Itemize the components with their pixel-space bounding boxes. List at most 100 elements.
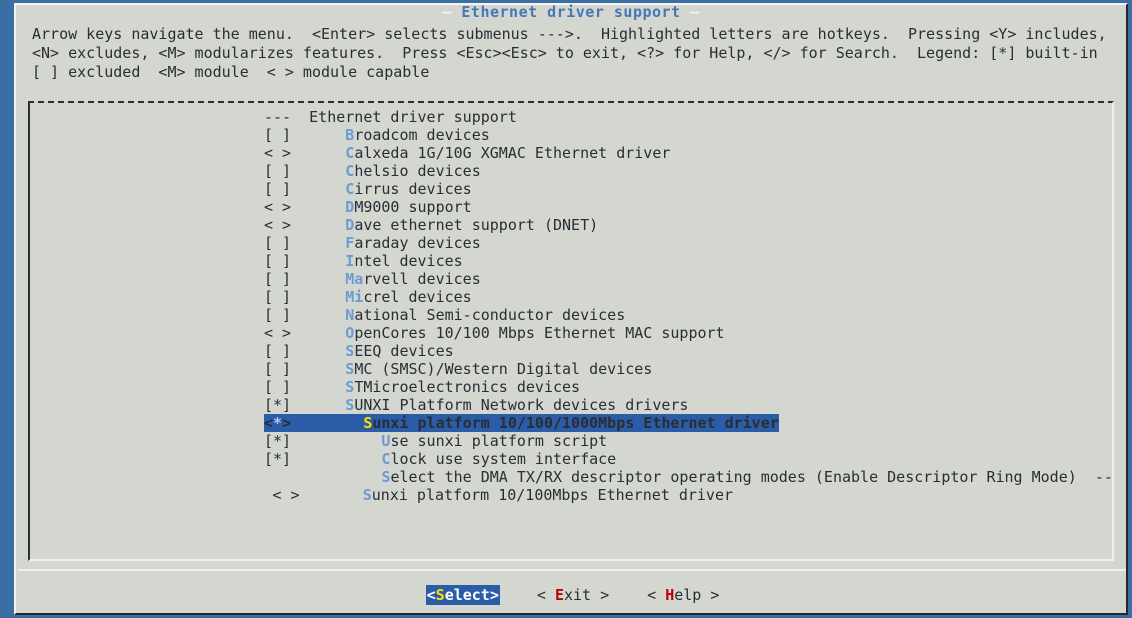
menu-item-row[interactable]: [ ] Intel devices [30, 252, 1112, 270]
menu-item-marker[interactable]: [*] [264, 396, 291, 414]
menu-item-label: unxi platform 10/100Mbps Ethernet driver [371, 486, 734, 504]
menu-item-label: rvell devices [363, 270, 481, 288]
menu-item-indent [291, 126, 345, 144]
menu-item-row[interactable]: [*] Clock use system interface [30, 450, 1112, 468]
menu-item-marker[interactable]: [ ] [264, 252, 291, 270]
select-label: elect [444, 586, 490, 604]
menu-item-row[interactable]: < > Dave ethernet support (DNET) [30, 216, 1112, 234]
menu-item-marker[interactable]: [ ] [264, 180, 291, 198]
menu-item-marker[interactable]: < > [264, 198, 291, 216]
menu-item-marker[interactable]: [ ] [264, 342, 291, 360]
menu-item-row[interactable]: [ ] SEEQ devices [30, 342, 1112, 360]
menu-item-marker[interactable] [264, 468, 291, 486]
menu-item-indent [291, 288, 345, 306]
menu-item-row[interactable]: [ ] STMicroelectronics devices [30, 378, 1112, 396]
menu-item-row[interactable]: < > Sunxi platform 10/100Mbps Ethernet d… [30, 486, 1112, 504]
menu-item-marker[interactable]: [ ] [264, 378, 291, 396]
menu-item-row[interactable]: [ ] Broadcom devices [30, 126, 1112, 144]
menu-item-hotkey: C [345, 144, 355, 162]
select-bracket-open: < [426, 586, 436, 604]
menu-header-row: --- Ethernet driver support [30, 108, 1112, 126]
help-button[interactable]: < Help > [646, 585, 720, 605]
menu-item-label: crel devices [363, 288, 472, 306]
menu-item-indent [291, 234, 345, 252]
menu-item-hotkey: O [345, 324, 355, 342]
menu-item-row[interactable]: [ ] Chelsio devices [30, 162, 1112, 180]
exit-button[interactable]: < Exit > [536, 585, 610, 605]
menu-item-hotkey: D [345, 198, 355, 216]
menu-item-label: elect the DMA TX/RX descriptor operating… [390, 468, 1114, 486]
menu-item-indent [291, 252, 345, 270]
menu-item-indent [291, 216, 345, 234]
menu-item-hotkey: F [345, 234, 355, 252]
menu-item-row[interactable]: [ ] Micrel devices [30, 288, 1112, 306]
menu-item-content: [*] SUNXI Platform Network devices drive… [264, 396, 688, 414]
menu-item-row[interactable]: < > DM9000 support [30, 198, 1112, 216]
menu-item-indent [291, 432, 381, 450]
menu-item-row[interactable]: [*] SUNXI Platform Network devices drive… [30, 396, 1112, 414]
menu-item-marker[interactable]: [ ] [264, 162, 291, 180]
menu-item-indent [291, 198, 345, 216]
menu-item-content: < > Sunxi platform 10/100Mbps Ethernet d… [272, 486, 733, 504]
menu-item-marker[interactable]: [ ] [264, 360, 291, 378]
menu-item-content: < > DM9000 support [264, 198, 472, 216]
menu-item-row[interactable]: [ ] Faraday devices [30, 234, 1112, 252]
marker-close: > [282, 414, 292, 432]
menu-item-indent [291, 450, 381, 468]
menu-item-row[interactable]: < > OpenCores 10/100 Mbps Ethernet MAC s… [30, 324, 1112, 342]
menu-item-content: [ ] SMC (SMSC)/Western Digital devices [264, 360, 652, 378]
menu-item-label: roadcom devices [354, 126, 490, 144]
menu-items-container: --- Ethernet driver support[ ] Broadcom … [30, 108, 1112, 504]
help-bracket-open: < [647, 586, 666, 604]
menu-item-row[interactable]: Select the DMA TX/RX descriptor operatin… [30, 468, 1112, 486]
select-button[interactable]: <Select> [425, 585, 500, 605]
menu-item-content: [ ] STMicroelectronics devices [264, 378, 580, 396]
menu-item-indent [291, 396, 345, 414]
menu-item-marker[interactable]: [*] [264, 450, 291, 468]
menu-item-marker[interactable]: <*> [264, 414, 291, 432]
menu-item-marker[interactable]: < > [264, 324, 291, 342]
menu-item-marker[interactable]: [ ] [264, 270, 291, 288]
menu-item-row[interactable]: < > Calxeda 1G/10G XGMAC Ethernet driver [30, 144, 1112, 162]
menu-item-marker[interactable]: < > [264, 144, 291, 162]
menu-item-indent [291, 342, 345, 360]
menu-item-label: ational Semi-conductor devices [354, 306, 626, 324]
menu-item-row[interactable]: <*> Sunxi platform 10/100/1000Mbps Ether… [30, 414, 1112, 432]
menu-item-indent [291, 360, 345, 378]
help-label: elp [674, 586, 702, 604]
desktop-background: — Ethernet driver support — Arrow keys n… [0, 0, 1132, 618]
menu-item-marker[interactable]: < > [264, 216, 291, 234]
menu-item-row[interactable]: [ ] Cirrus devices [30, 180, 1112, 198]
menu-header-title: Ethernet driver support [309, 108, 517, 126]
menu-item-content: < > OpenCores 10/100 Mbps Ethernet MAC s… [264, 324, 725, 342]
menu-listbox[interactable]: --- Ethernet driver support[ ] Broadcom … [28, 101, 1114, 561]
menu-item-content: <*> Sunxi platform 10/100/1000Mbps Ether… [264, 414, 779, 432]
menu-item-row[interactable]: [ ] Marvell devices [30, 270, 1112, 288]
menu-item-hotkey: I [345, 252, 355, 270]
menu-item-marker[interactable]: [ ] [264, 126, 291, 144]
menu-item-marker[interactable]: [*] [264, 432, 291, 450]
menu-item-row[interactable]: [ ] SMC (SMSC)/Western Digital devices [30, 360, 1112, 378]
menu-item-indent [300, 486, 363, 504]
menu-item-marker[interactable]: < > [272, 486, 299, 504]
menu-item-content: < > Calxeda 1G/10G XGMAC Ethernet driver [264, 144, 670, 162]
menu-item-marker[interactable]: [ ] [264, 288, 291, 306]
menu-item-content: [*] Use sunxi platform script [264, 432, 607, 450]
menu-item-label: helsio devices [354, 162, 481, 180]
menu-header-spacer [291, 108, 309, 126]
menu-item-indent [291, 180, 345, 198]
menu-item-hotkey: S [345, 342, 355, 360]
menu-item-marker[interactable]: [ ] [264, 234, 291, 252]
exit-bracket-open: < [536, 586, 555, 604]
menu-item-indent [291, 414, 363, 432]
menu-item-label: MC (SMSC)/Western Digital devices [354, 360, 653, 378]
menu-item-hotkey: C [345, 162, 355, 180]
page-title: Ethernet driver support [461, 3, 681, 21]
menu-item-content: [ ] Chelsio devices [264, 162, 481, 180]
menu-item-marker[interactable]: [ ] [264, 306, 291, 324]
menu-item-row[interactable]: [ ] National Semi-conductor devices [30, 306, 1112, 324]
menu-header-prefix: --- [264, 108, 292, 126]
menu-item-row[interactable]: [*] Use sunxi platform script [30, 432, 1112, 450]
menu-item-content: [ ] National Semi-conductor devices [264, 306, 625, 324]
menu-item-content: [ ] Broadcom devices [264, 126, 490, 144]
